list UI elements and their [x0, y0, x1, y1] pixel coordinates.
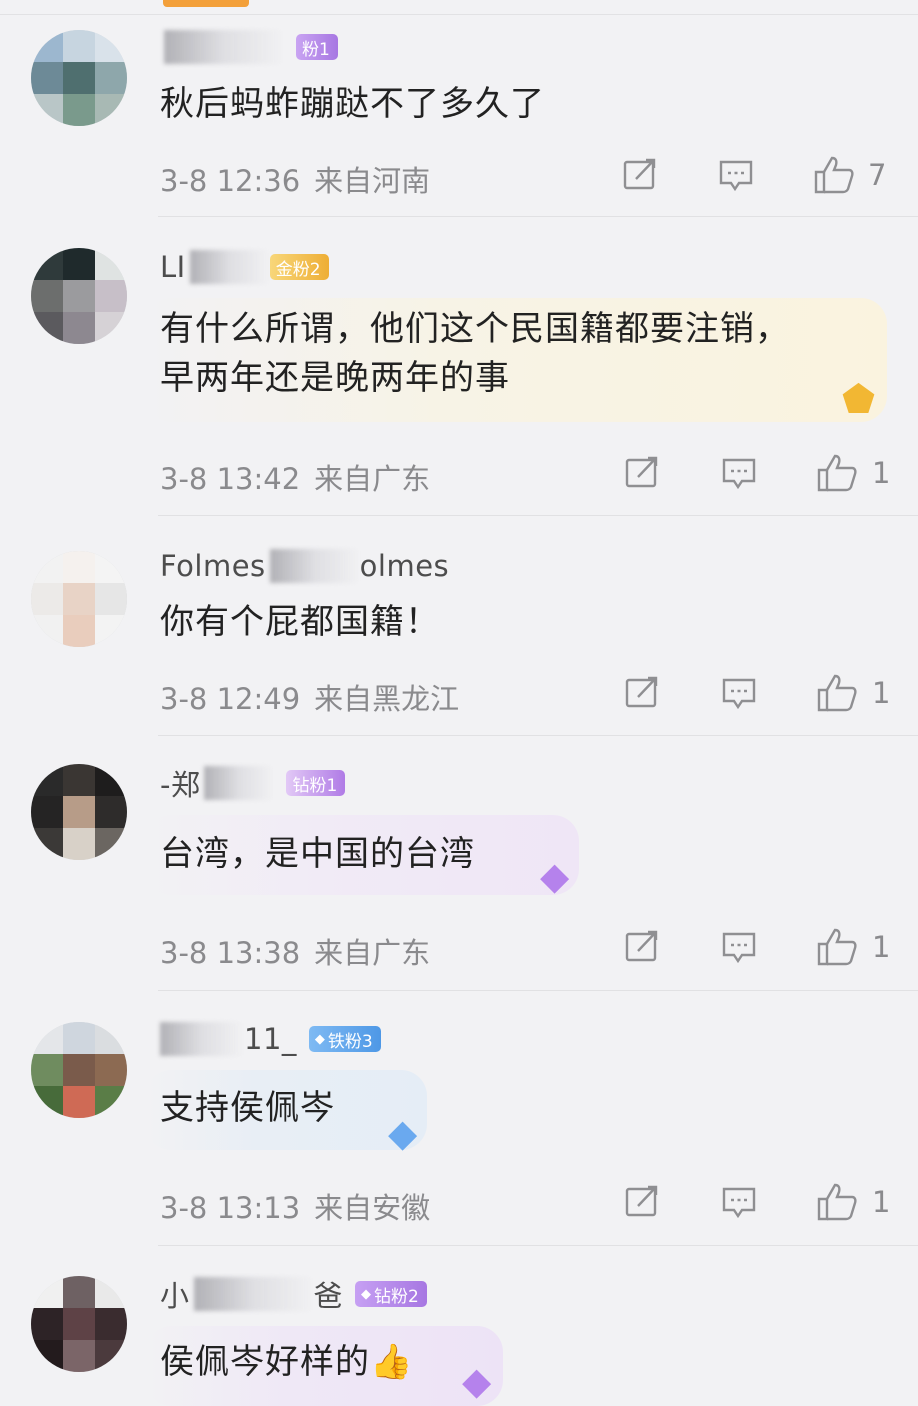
comment-divider — [158, 735, 918, 736]
username[interactable]: -郑 — [160, 762, 200, 804]
comment-divider — [158, 990, 918, 991]
diamond-gem-icon: ◆ — [462, 1359, 492, 1403]
like-icon[interactable] — [813, 155, 855, 195]
gold-gem-icon: ⬟ — [842, 377, 876, 421]
avatar[interactable] — [31, 1276, 127, 1372]
comment-location: 来自安徽 — [314, 1191, 431, 1225]
avatar[interactable] — [31, 551, 127, 647]
username[interactable]: LI — [160, 250, 186, 284]
comment-icon[interactable] — [721, 929, 757, 965]
avatar[interactable] — [31, 764, 127, 860]
header-divider — [0, 14, 918, 15]
username-redaction — [160, 1022, 244, 1056]
user-row: 粉1 — [160, 30, 338, 64]
comment-time: 3-8 13:38 — [160, 936, 301, 970]
share-icon[interactable] — [624, 455, 660, 491]
username-suffix[interactable]: 爸 — [314, 1273, 344, 1315]
badge-label: 粉1 — [302, 39, 330, 60]
like-count: 1 — [872, 456, 891, 490]
like-count: 1 — [872, 930, 891, 964]
user-row: 小 爸 ◆ 钻粉2 — [160, 1277, 427, 1313]
comment-icon[interactable] — [721, 675, 757, 711]
like-count: 1 — [872, 676, 891, 710]
user-row: Folmes olmes — [160, 549, 449, 583]
tab-indicator — [163, 0, 249, 7]
comment-meta: 3-8 13:42 来自广东 — [160, 456, 430, 498]
badge-label: 钻粉2 — [374, 1286, 419, 1307]
comment-divider — [158, 515, 918, 516]
diamond-icon: ◆ — [314, 1031, 325, 1047]
user-row: -郑 钻粉1 — [160, 766, 346, 802]
diamond-icon: ◆ — [361, 1286, 372, 1302]
share-icon[interactable] — [624, 929, 660, 965]
username[interactable]: 11_ — [244, 1022, 297, 1056]
fan-badge[interactable]: ◆ 钻粉2 — [355, 1281, 427, 1307]
comment-text-line: 有什么所谓，他们这个民国籍都要注销， — [160, 309, 790, 349]
comment-divider — [158, 216, 918, 217]
comment-text-line: 早两年还是晚两年的事 — [160, 358, 510, 398]
like-icon[interactable] — [816, 927, 858, 967]
share-icon[interactable] — [624, 1184, 660, 1220]
like-count: 7 — [868, 158, 887, 192]
share-icon[interactable] — [622, 157, 658, 193]
comment-meta: 3-8 12:36 来自河南 — [160, 158, 430, 200]
comment-text: 侯佩岑好样的👍 — [160, 1342, 414, 1382]
comment-icon[interactable] — [721, 1184, 757, 1220]
comment-location: 来自黑龙江 — [314, 682, 460, 716]
fan-badge[interactable]: 粉1 — [296, 34, 338, 60]
comment-time: 3-8 13:42 — [160, 462, 301, 496]
comment-time: 3-8 12:36 — [160, 164, 301, 198]
comment-text: 秋后蚂蚱蹦跶不了多久了 — [160, 84, 545, 124]
blue-gem-icon: ◆ — [388, 1111, 418, 1155]
comment-meta: 3-8 13:13 来自安徽 — [160, 1185, 430, 1227]
like-icon[interactable] — [816, 453, 858, 493]
username-suffix[interactable]: olmes — [360, 549, 450, 583]
avatar[interactable] — [31, 30, 127, 126]
fan-badge[interactable]: 金粉2 — [269, 254, 329, 280]
username-redaction — [164, 30, 284, 64]
like-icon[interactable] — [816, 1182, 858, 1222]
comment-meta: 3-8 13:38 来自广东 — [160, 930, 430, 972]
badge-label: 钻粉1 — [292, 775, 338, 796]
user-row: 11_ ◆ 铁粉3 — [160, 1022, 381, 1056]
comment-time: 3-8 13:13 — [160, 1191, 301, 1225]
badge-label: 铁粉3 — [327, 1031, 373, 1052]
username-redaction — [193, 1277, 314, 1311]
username[interactable]: Folmes — [160, 549, 266, 583]
comment-text: 你有个屁都国籍！ — [160, 602, 440, 642]
comment-icon[interactable] — [721, 455, 757, 491]
comment-icon[interactable] — [718, 157, 754, 193]
comment-location: 来自广东 — [314, 936, 431, 970]
comment-meta: 3-8 12:49 来自黑龙江 — [160, 676, 459, 718]
user-row: LI 金粉2 — [160, 250, 329, 284]
like-count: 1 — [872, 1185, 891, 1219]
avatar[interactable] — [31, 1022, 127, 1118]
comment-location: 来自广东 — [314, 462, 431, 496]
comment-text: 台湾，是中国的台湾 — [160, 834, 475, 874]
comment-text: 支持侯佩岑 — [160, 1088, 335, 1128]
comment-location: 来自河南 — [314, 164, 431, 198]
avatar[interactable] — [31, 248, 127, 344]
username-redaction — [204, 766, 275, 800]
username-redaction — [189, 250, 270, 284]
share-icon[interactable] — [624, 675, 660, 711]
username-redaction — [269, 549, 360, 583]
fan-badge[interactable]: ◆ 铁粉3 — [308, 1026, 381, 1052]
comment-divider — [158, 1245, 918, 1246]
fan-badge[interactable]: 钻粉1 — [286, 770, 346, 796]
comment-time: 3-8 12:49 — [160, 682, 301, 716]
like-icon[interactable] — [816, 673, 858, 713]
badge-label: 金粉2 — [275, 259, 321, 280]
username[interactable]: 小 — [160, 1273, 190, 1315]
diamond-gem-icon: ◆ — [540, 854, 570, 898]
